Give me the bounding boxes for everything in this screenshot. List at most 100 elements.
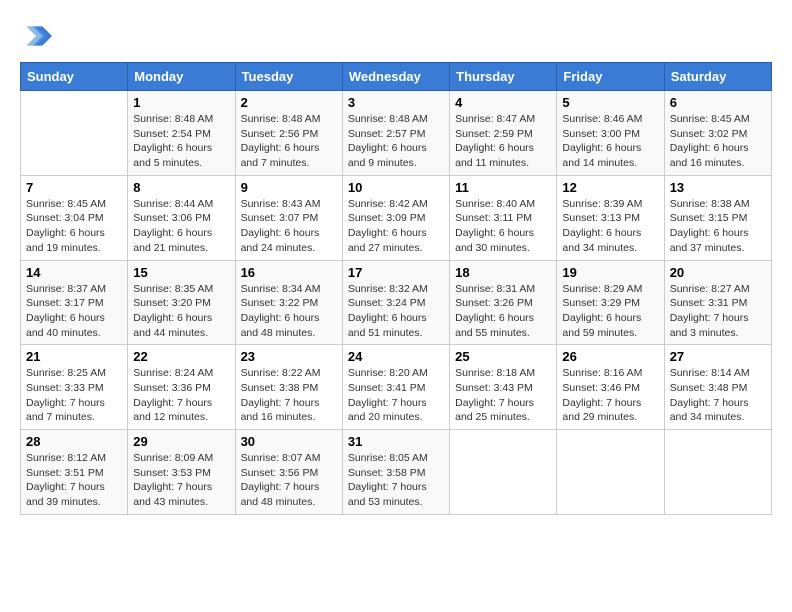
- day-info: Sunrise: 8:45 AMSunset: 3:04 PMDaylight:…: [26, 198, 106, 254]
- day-info: Sunrise: 8:48 AMSunset: 2:57 PMDaylight:…: [348, 113, 428, 169]
- day-info: Sunrise: 8:14 AMSunset: 3:48 PMDaylight:…: [670, 367, 750, 423]
- page-header: [20, 20, 772, 52]
- day-number: 20: [670, 265, 766, 280]
- day-number: 30: [241, 434, 337, 449]
- day-cell: 23 Sunrise: 8:22 AMSunset: 3:38 PMDayligh…: [235, 345, 342, 430]
- day-cell: 17Sunrise: 8:32 AMSunset: 3:24 PMDayligh…: [342, 260, 449, 345]
- day-number: 8: [133, 180, 229, 195]
- day-number: 23: [241, 349, 337, 364]
- day-cell: [664, 430, 771, 515]
- week-row-3: 21 Sunrise: 8:25 AMSunset: 3:33 PMDayligh…: [21, 345, 772, 430]
- day-info: Sunrise: 8:29 AMSunset: 3:29 PMDaylight:…: [562, 283, 642, 339]
- day-number: 2: [241, 95, 337, 110]
- header-day-monday: Monday: [128, 63, 235, 91]
- day-cell: 19 Sunrise: 8:29 AMSunset: 3:29 PMDayligh…: [557, 260, 664, 345]
- day-info: Sunrise: 8:32 AMSunset: 3:24 PMDaylight:…: [348, 283, 428, 339]
- calendar-table: SundayMondayTuesdayWednesdayThursdayFrid…: [20, 62, 772, 515]
- day-number: 13: [670, 180, 766, 195]
- day-info: Sunrise: 8:48 AMSunset: 2:54 PMDaylight:…: [133, 113, 213, 169]
- day-number: 21: [26, 349, 122, 364]
- day-cell: 8 Sunrise: 8:44 AMSunset: 3:06 PMDaylight…: [128, 175, 235, 260]
- day-number: 5: [562, 95, 658, 110]
- day-cell: 26 Sunrise: 8:16 AMSunset: 3:46 PMDayligh…: [557, 345, 664, 430]
- day-number: 19: [562, 265, 658, 280]
- day-number: 25: [455, 349, 551, 364]
- logo: [20, 20, 56, 52]
- day-number: 22: [133, 349, 229, 364]
- day-cell: 15Sunrise: 8:35 AMSunset: 3:20 PMDayligh…: [128, 260, 235, 345]
- day-cell: 22 Sunrise: 8:24 AMSunset: 3:36 PMDayligh…: [128, 345, 235, 430]
- header-row: SundayMondayTuesdayWednesdayThursdayFrid…: [21, 63, 772, 91]
- day-cell: 6Sunrise: 8:45 AMSunset: 3:02 PMDaylight…: [664, 91, 771, 176]
- day-cell: 28 Sunrise: 8:12 AMSunset: 3:51 PMDayligh…: [21, 430, 128, 515]
- day-number: 6: [670, 95, 766, 110]
- day-info: Sunrise: 8:39 AMSunset: 3:13 PMDaylight:…: [562, 198, 642, 254]
- day-info: Sunrise: 8:34 AMSunset: 3:22 PMDaylight:…: [241, 283, 321, 339]
- day-cell: 4Sunrise: 8:47 AMSunset: 2:59 PMDaylight…: [450, 91, 557, 176]
- day-cell: 5 Sunrise: 8:46 AMSunset: 3:00 PMDaylight…: [557, 91, 664, 176]
- week-row-4: 28 Sunrise: 8:12 AMSunset: 3:51 PMDayligh…: [21, 430, 772, 515]
- day-cell: 31 Sunrise: 8:05 AMSunset: 3:58 PMDayligh…: [342, 430, 449, 515]
- week-row-1: 7 Sunrise: 8:45 AMSunset: 3:04 PMDaylight…: [21, 175, 772, 260]
- day-cell: 7 Sunrise: 8:45 AMSunset: 3:04 PMDaylight…: [21, 175, 128, 260]
- day-cell: 1 Sunrise: 8:48 AMSunset: 2:54 PMDaylight…: [128, 91, 235, 176]
- day-number: 12: [562, 180, 658, 195]
- day-number: 28: [26, 434, 122, 449]
- day-info: Sunrise: 8:07 AMSunset: 3:56 PMDaylight:…: [241, 452, 321, 508]
- day-cell: 20 Sunrise: 8:27 AMSunset: 3:31 PMDayligh…: [664, 260, 771, 345]
- day-info: Sunrise: 8:18 AMSunset: 3:43 PMDaylight:…: [455, 367, 535, 423]
- day-cell: 13 Sunrise: 8:38 AMSunset: 3:15 PMDayligh…: [664, 175, 771, 260]
- day-number: 24: [348, 349, 444, 364]
- day-cell: [450, 430, 557, 515]
- day-number: 31: [348, 434, 444, 449]
- day-info: Sunrise: 8:05 AMSunset: 3:58 PMDaylight:…: [348, 452, 428, 508]
- day-cell: 25 Sunrise: 8:18 AMSunset: 3:43 PMDayligh…: [450, 345, 557, 430]
- logo-icon: [20, 20, 52, 52]
- day-number: 26: [562, 349, 658, 364]
- day-cell: [21, 91, 128, 176]
- day-info: Sunrise: 8:27 AMSunset: 3:31 PMDaylight:…: [670, 283, 750, 339]
- header-day-thursday: Thursday: [450, 63, 557, 91]
- day-info: Sunrise: 8:12 AMSunset: 3:51 PMDaylight:…: [26, 452, 106, 508]
- day-number: 3: [348, 95, 444, 110]
- day-number: 16: [241, 265, 337, 280]
- day-info: Sunrise: 8:44 AMSunset: 3:06 PMDaylight:…: [133, 198, 213, 254]
- day-number: 27: [670, 349, 766, 364]
- day-info: Sunrise: 8:48 AMSunset: 2:56 PMDaylight:…: [241, 113, 321, 169]
- day-info: Sunrise: 8:20 AMSunset: 3:41 PMDaylight:…: [348, 367, 428, 423]
- day-cell: 18 Sunrise: 8:31 AMSunset: 3:26 PMDayligh…: [450, 260, 557, 345]
- day-info: Sunrise: 8:16 AMSunset: 3:46 PMDaylight:…: [562, 367, 642, 423]
- day-cell: 10Sunrise: 8:42 AMSunset: 3:09 PMDayligh…: [342, 175, 449, 260]
- day-info: Sunrise: 8:22 AMSunset: 3:38 PMDaylight:…: [241, 367, 321, 423]
- day-cell: 24 Sunrise: 8:20 AMSunset: 3:41 PMDayligh…: [342, 345, 449, 430]
- day-info: Sunrise: 8:24 AMSunset: 3:36 PMDaylight:…: [133, 367, 213, 423]
- day-info: Sunrise: 8:31 AMSunset: 3:26 PMDaylight:…: [455, 283, 535, 339]
- week-row-0: 1 Sunrise: 8:48 AMSunset: 2:54 PMDaylight…: [21, 91, 772, 176]
- day-cell: 29 Sunrise: 8:09 AMSunset: 3:53 PMDayligh…: [128, 430, 235, 515]
- day-cell: 14 Sunrise: 8:37 AMSunset: 3:17 PMDayligh…: [21, 260, 128, 345]
- header-day-sunday: Sunday: [21, 63, 128, 91]
- day-cell: 21 Sunrise: 8:25 AMSunset: 3:33 PMDayligh…: [21, 345, 128, 430]
- day-number: 18: [455, 265, 551, 280]
- day-number: 4: [455, 95, 551, 110]
- day-number: 14: [26, 265, 122, 280]
- day-cell: 2 Sunrise: 8:48 AMSunset: 2:56 PMDaylight…: [235, 91, 342, 176]
- day-number: 1: [133, 95, 229, 110]
- day-number: 29: [133, 434, 229, 449]
- day-info: Sunrise: 8:38 AMSunset: 3:15 PMDaylight:…: [670, 198, 750, 254]
- day-info: Sunrise: 8:09 AMSunset: 3:53 PMDaylight:…: [133, 452, 213, 508]
- day-cell: 12 Sunrise: 8:39 AMSunset: 3:13 PMDayligh…: [557, 175, 664, 260]
- day-info: Sunrise: 8:46 AMSunset: 3:00 PMDaylight:…: [562, 113, 642, 169]
- day-cell: 16 Sunrise: 8:34 AMSunset: 3:22 PMDayligh…: [235, 260, 342, 345]
- header-day-wednesday: Wednesday: [342, 63, 449, 91]
- day-info: Sunrise: 8:40 AMSunset: 3:11 PMDaylight:…: [455, 198, 535, 254]
- day-number: 15: [133, 265, 229, 280]
- day-info: Sunrise: 8:42 AMSunset: 3:09 PMDaylight:…: [348, 198, 428, 254]
- header-day-saturday: Saturday: [664, 63, 771, 91]
- day-info: Sunrise: 8:43 AMSunset: 3:07 PMDaylight:…: [241, 198, 321, 254]
- day-number: 11: [455, 180, 551, 195]
- day-info: Sunrise: 8:37 AMSunset: 3:17 PMDaylight:…: [26, 283, 106, 339]
- day-info: Sunrise: 8:25 AMSunset: 3:33 PMDaylight:…: [26, 367, 106, 423]
- day-number: 7: [26, 180, 122, 195]
- day-cell: 30 Sunrise: 8:07 AMSunset: 3:56 PMDayligh…: [235, 430, 342, 515]
